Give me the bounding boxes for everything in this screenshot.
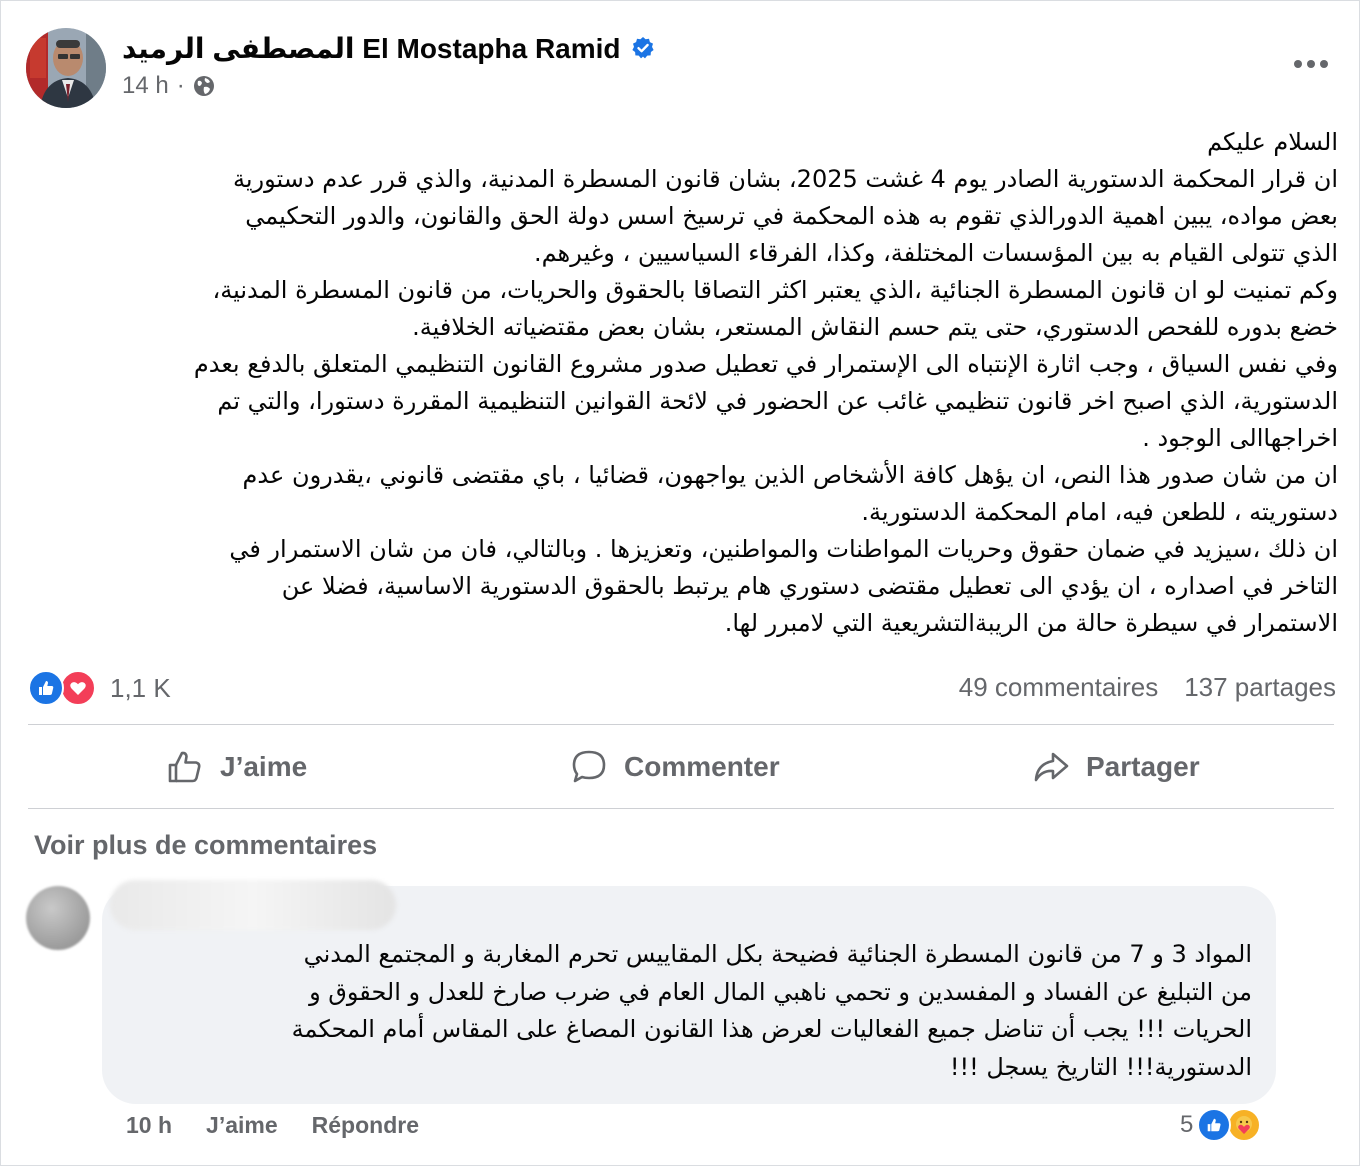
like-label: J’aime xyxy=(220,751,308,782)
love-reaction-icon xyxy=(60,670,96,706)
more-options-button[interactable] xyxy=(1288,46,1334,82)
comment-button[interactable]: Commenter xyxy=(570,742,780,792)
comment-meta: 10 h J’aime Répondre xyxy=(126,1112,419,1139)
post-line: بعض مواده، يبين اهمية الدورالذي تقوم به … xyxy=(245,202,1338,230)
divider xyxy=(28,724,1334,725)
post-line: الدستورية، الذي اصبح اخر قانون تنظيمي غا… xyxy=(217,387,1338,415)
post-text: السلام عليكم ان قرار المحكمة الدستورية ا… xyxy=(40,124,1338,642)
verified-badge-icon xyxy=(631,36,655,60)
post-line: دستوريته ، للطعن فيه، امام المحكمة الدست… xyxy=(861,498,1338,526)
post-line: اخراجهاالى الوجود . xyxy=(1142,424,1338,452)
comment-reply-button[interactable]: Répondre xyxy=(312,1112,419,1139)
comments-count[interactable]: 49 commentaires xyxy=(959,672,1158,703)
post-line: التاخر في اصداره ، ان يؤدي الى تعطيل مقت… xyxy=(281,572,1338,600)
author-name[interactable]: المصطفى الرميد El Mostapha Ramid xyxy=(122,32,621,65)
like-reaction-icon xyxy=(1197,1108,1232,1142)
comment-text: المواد 3 و 7 من قانون المسطرة الجنائية ف… xyxy=(110,936,1252,1086)
post-line: الاستمرار في سيطرة حالة من الريبةالتشريع… xyxy=(724,609,1338,637)
like-reaction-icon xyxy=(28,670,64,706)
post-line: السلام عليكم xyxy=(1207,128,1338,156)
comment-label: Commenter xyxy=(624,751,780,782)
post-line: وفي نفس السياق ، وجب اثارة الإنتباه الى … xyxy=(193,350,1338,378)
care-reaction-icon xyxy=(1227,1108,1262,1142)
comment-line: الحريات !!! يجب أن تناضل جميع الفعاليات … xyxy=(291,1015,1252,1043)
commenter-avatar[interactable] xyxy=(26,886,90,950)
reactions-summary[interactable]: 1,1 K xyxy=(28,670,171,706)
comment-time[interactable]: 10 h xyxy=(126,1112,172,1139)
comment-reactions[interactable]: 5 xyxy=(1180,1108,1262,1142)
share-label: Partager xyxy=(1086,751,1200,782)
like-button[interactable]: J’aime xyxy=(166,742,307,792)
more-options-icon xyxy=(1294,60,1328,68)
thumbs-up-icon xyxy=(168,751,201,783)
commenter-name-redacted[interactable] xyxy=(110,880,396,930)
author-line: المصطفى الرميد El Mostapha Ramid xyxy=(122,30,655,66)
post-line: ان قرار المحكمة الدستورية الصادر يوم 4 غ… xyxy=(233,165,1338,193)
comment-reaction-count: 5 xyxy=(1180,1111,1194,1138)
comment-icon xyxy=(572,750,606,783)
shares-count[interactable]: 137 partages xyxy=(1184,672,1336,703)
post-line: وكم تمنيت لو ان قانون المسطرة الجنائية ،… xyxy=(212,276,1338,304)
author-avatar[interactable] xyxy=(26,28,106,108)
comment-line: المواد 3 و 7 من قانون المسطرة الجنائية ف… xyxy=(303,940,1252,968)
post-line: خضع بدوره للفحص الدستوري، حتى يتم حسم ال… xyxy=(412,313,1338,341)
engagement-counts: 49 commentaires 137 partages xyxy=(959,672,1336,703)
post-line: ان ذلك ،سيزيد في ضمان حقوق وحريات المواط… xyxy=(229,535,1338,563)
post-line: ان من شان صدور هذا النص، ان يؤهل كافة ال… xyxy=(242,461,1338,489)
globe-icon xyxy=(193,75,215,97)
reactions-count: 1,1 K xyxy=(110,672,171,703)
comment-line: الدستورية!!! التاريخ يسجل !!! xyxy=(949,1052,1252,1081)
divider xyxy=(28,808,1334,809)
see-more-comments-link[interactable]: Voir plus de commentaires xyxy=(34,830,377,861)
post-line: الذي تتولى القيام به بين المؤسسات المختل… xyxy=(533,239,1338,267)
meta-separator: · xyxy=(176,72,185,99)
comment-line: من التبليغ عن الفساد و المفسدين و تحمي ن… xyxy=(309,977,1252,1006)
post-meta: 14 h · xyxy=(122,72,215,100)
share-arrow-icon xyxy=(1034,752,1069,782)
post-time[interactable]: 14 h xyxy=(122,72,169,100)
comment-like-button[interactable]: J’aime xyxy=(206,1112,278,1139)
share-button[interactable]: Partager xyxy=(1032,742,1200,792)
